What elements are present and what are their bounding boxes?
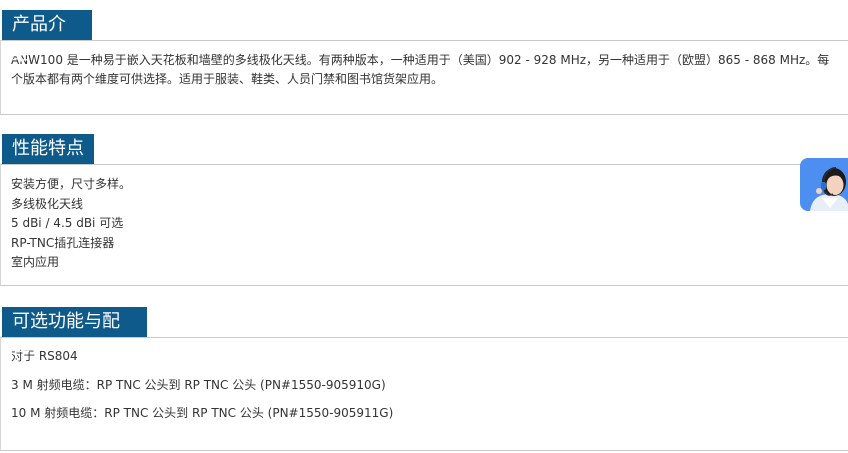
- accessories-body: 对于 RS804 3 M 射频电缆：RP TNC 公头到 RP TNC 公头 (…: [0, 337, 848, 451]
- accessory-item: 3 M 射频电缆：RP TNC 公头到 RP TNC 公头 (PN#1550-9…: [11, 377, 386, 392]
- accessory-item: 10 M 射频电缆：RP TNC 公头到 RP TNC 公头 (PN#1550-…: [11, 406, 394, 420]
- features-title: 性能特点: [2, 134, 94, 164]
- feature-item: 5 dBi / 4.5 dBi 可选: [11, 216, 124, 230]
- customer-service-agent-icon: [810, 167, 848, 211]
- features-header: 性能特点: [0, 134, 848, 164]
- accessories-title: 可选功能与配件: [2, 307, 147, 362]
- feature-item: 室内应用: [11, 255, 60, 269]
- feature-item: 安装方便，尺寸多样。: [11, 177, 132, 191]
- product-intro-header: 产品介绍: [0, 10, 848, 65]
- feature-item: RP-TNC插孔连接器: [11, 235, 115, 250]
- product-intro-text: ANW100 是一种易于嵌入天花板和墙壁的多线极化天线。有两种版本，一种适用于（…: [11, 53, 830, 86]
- accessory-item: 对于 RS804: [11, 349, 78, 363]
- product-intro-section: 产品介绍 ANW100 是一种易于嵌入天花板和墙壁的多线极化天线。有两种版本，一…: [0, 10, 848, 115]
- features-section: 性能特点 安装方便，尺寸多样。 多线极化天线 5 dBi / 4.5 dBi 可…: [0, 134, 848, 286]
- accessories-header: 可选功能与配件: [0, 307, 848, 362]
- customer-service-widget[interactable]: [800, 158, 848, 211]
- feature-item: 多线极化天线: [11, 196, 84, 211]
- features-body: 安装方便，尺寸多样。 多线极化天线 5 dBi / 4.5 dBi 可选 RP-…: [0, 164, 848, 286]
- product-intro-title: 产品介绍: [2, 10, 92, 65]
- accessories-section: 可选功能与配件 对于 RS804 3 M 射频电缆：RP TNC 公头到 RP …: [0, 307, 848, 451]
- product-intro-body: ANW100 是一种易于嵌入天花板和墙壁的多线极化天线。有两种版本，一种适用于（…: [0, 40, 848, 115]
